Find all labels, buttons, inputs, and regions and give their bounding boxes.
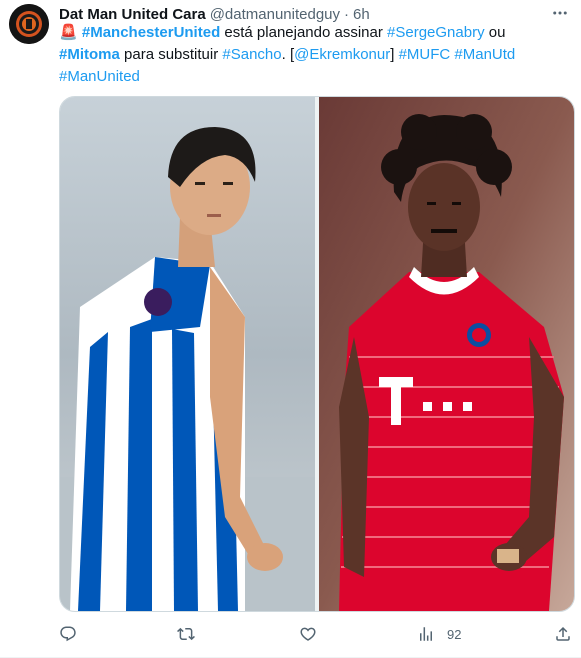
views-button[interactable]: 92 bbox=[417, 622, 461, 646]
tweet-text-segment: para substituir bbox=[119, 46, 223, 63]
hashtag-link[interactable]: #ManUnited bbox=[59, 68, 140, 85]
hashtag-link[interactable]: #SergeGnabry bbox=[387, 24, 485, 41]
author-name[interactable]: Dat Man United Cara bbox=[59, 6, 206, 23]
photo-mitoma[interactable] bbox=[60, 97, 315, 611]
tweet[interactable]: Dat Man United Cara @datmanunitedguy · 6… bbox=[0, 0, 581, 658]
reply-icon bbox=[60, 626, 76, 642]
views-icon bbox=[420, 627, 432, 641]
retweet-icon bbox=[177, 627, 195, 641]
hashtag-link[interactable]: #MUFC bbox=[399, 46, 451, 63]
separator-dot: · bbox=[344, 5, 350, 23]
tweet-header: Dat Man United Cara @datmanunitedguy · 6… bbox=[59, 4, 571, 24]
author-handle[interactable]: @datmanunitedguy bbox=[210, 6, 340, 23]
like-button[interactable] bbox=[299, 622, 317, 646]
views-count: 92 bbox=[447, 626, 462, 642]
hashtag-link[interactable]: #ManchesterUnited bbox=[82, 24, 220, 41]
more-icon bbox=[553, 11, 567, 15]
tweet-text-segment: ] bbox=[390, 46, 399, 63]
tweet-text-segment: . [ bbox=[281, 46, 295, 63]
like-icon bbox=[300, 627, 316, 641]
reply-button[interactable] bbox=[59, 622, 77, 646]
avatar[interactable] bbox=[9, 4, 49, 44]
tweet-text-segment: 🚨 bbox=[59, 24, 82, 41]
hashtag-link[interactable]: #Sancho bbox=[222, 46, 281, 63]
tweet-actions: 92 bbox=[59, 622, 573, 646]
tweet-media[interactable] bbox=[59, 96, 575, 612]
retweet-button[interactable] bbox=[177, 622, 195, 646]
photo-gnabry[interactable] bbox=[319, 97, 574, 611]
tweet-text-segment: ou bbox=[484, 24, 506, 41]
tweet-text: 🚨 #ManchesterUnited está planejando assi… bbox=[59, 22, 559, 88]
share-button[interactable] bbox=[554, 622, 572, 646]
tweet-text-segment: está planejando assinar bbox=[220, 24, 388, 41]
hashtag-link[interactable]: #Mitoma bbox=[59, 46, 120, 63]
share-icon bbox=[556, 626, 570, 641]
hashtag-link[interactable]: #ManUtd bbox=[454, 46, 515, 63]
mention-link[interactable]: @Ekremkonur bbox=[294, 46, 390, 63]
tweet-time[interactable]: 6h bbox=[353, 6, 370, 23]
